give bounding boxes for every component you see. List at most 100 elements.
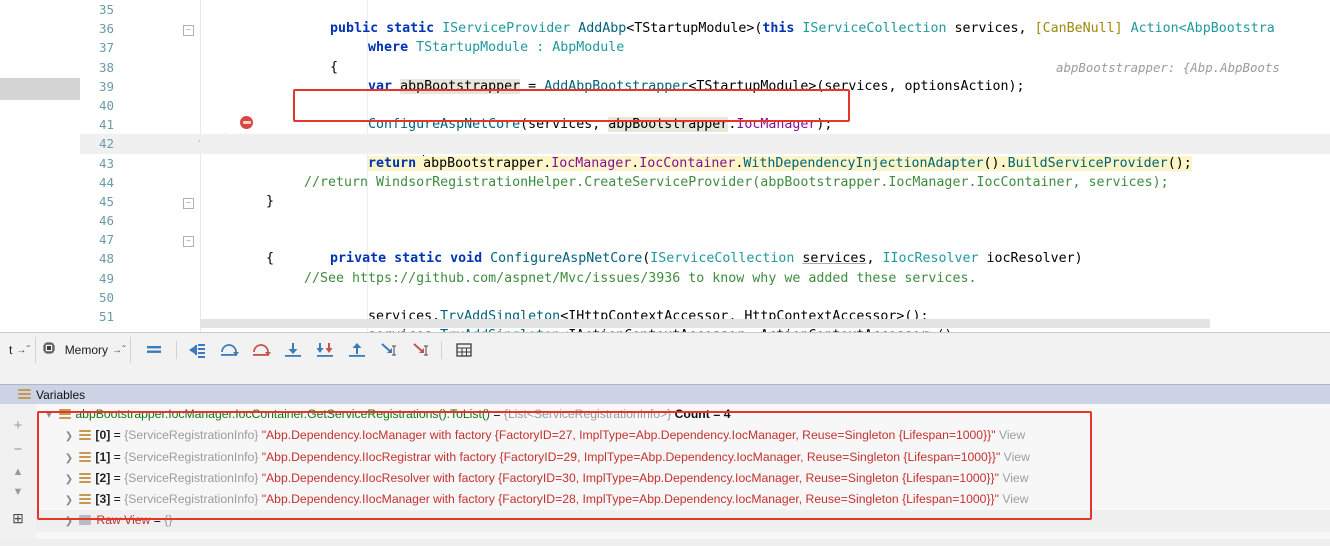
variable-value: "Abp.Dependency.IocManager with factory … [261,428,996,443]
fold-marker-icon[interactable]: − [183,236,194,247]
new-watch-button[interactable]: ⊞ [8,508,28,528]
variable-expression: abpBootstrapper.IocManager.IocContainer.… [75,407,490,421]
view-link[interactable]: View [1004,450,1030,464]
variable-type: {ServiceRegistrationInfo} [124,492,259,507]
code-folding-column[interactable]: − − − [178,0,368,332]
variables-child-row[interactable]: ❯ [2] = {ServiceRegistrationInfo} "Abp.D… [36,468,1330,489]
code-row-execution: return abpBootstrapper.IocManager.IocCon… [200,134,1330,171]
chevron-right-icon[interactable]: ❯ [62,511,76,532]
line-number: 35 [98,2,114,17]
variables-child-row[interactable]: ❯ [1] = {ServiceRegistrationInfo} "Abp.D… [36,447,1330,468]
variable-type: {List<ServiceRegistrationInfo>} [503,407,672,421]
remove-watch-button[interactable]: − [8,440,28,460]
line-number: 49 [98,270,114,286]
line-number: 44 [98,174,114,190]
chevron-right-icon[interactable]: ❯ [62,426,76,447]
add-watch-button[interactable]: + [8,416,28,436]
code-row [200,211,1330,230]
variables-child-row[interactable]: ❯ [3] = {ServiceRegistrationInfo} "Abp.D… [36,489,1330,510]
code-token: { [266,251,275,267]
code-text-area[interactable]: public static IServiceProvider AddAbp<TS… [200,0,1330,332]
variables-tree[interactable]: ▾ abpBootstrapper.IocManager.IocContaine… [36,404,1330,546]
variable-value: "Abp.Dependency.IIocManager with factory… [261,492,999,507]
variables-tab-label[interactable]: Variables [36,388,85,402]
code-row: //See https://github.com/aspnet/Mvc/issu… [200,269,1330,288]
editor-horizontal-scrollbar[interactable] [200,319,1210,328]
variables-panel[interactable]: Variables + − ▲ ▼ ⊞ ▾ abpBootstrapper.Io… [0,384,1330,546]
show-execution-point-icon[interactable] [187,340,207,360]
code-row: public static IServiceProvider AddAbp<TS… [200,0,1330,36]
chevron-right-icon[interactable]: ❯ [62,448,76,469]
line-number: 40 [98,97,114,113]
memory-tab-label[interactable]: Memory [61,338,112,362]
line-number: 47 [98,232,114,248]
code-row: //return WindsorRegistrationHelper.Creat… [200,173,1330,192]
line-number: 43 [98,155,114,171]
variables-child-row[interactable]: ❯ [0] = {ServiceRegistrationInfo} "Abp.D… [36,425,1330,446]
debugger-toolbar[interactable]: t →˝ Memory →˝ [0,332,1330,385]
step-out-icon[interactable] [347,340,367,360]
smart-step-into-icon[interactable] [315,340,335,360]
view-link[interactable]: View [1002,471,1028,485]
variable-type: {ServiceRegistrationInfo} [124,470,259,485]
list-icon [79,472,92,483]
line-number: 50 [98,289,114,305]
line-number: 39 [98,78,114,94]
variables-icon [18,389,31,400]
equals-sign: = [110,449,125,464]
variables-tab-header[interactable]: Variables [0,384,1330,405]
raw-view-row[interactable]: ❯ Raw View = {} [36,510,1330,532]
equals-sign: = [150,513,165,528]
line-number: 41 [98,117,114,133]
code-row: { [200,38,1330,75]
ide-debugger-screenshot: 35 36 37 38 39 40 41 42 43 44 45 46 47 4… [0,0,1330,546]
code-row: services.TryAddSingleton<IHttpContextAcc… [200,288,1330,324]
editor-left-strip [0,0,80,332]
move-up-button[interactable]: ▲ [8,462,28,482]
list-icon [79,430,92,441]
view-link[interactable]: View [999,428,1025,442]
chevron-down-icon[interactable]: ▾ [42,405,56,426]
step-into-icon[interactable] [251,340,272,360]
force-step-into-icon[interactable] [283,340,303,360]
code-row [200,77,1330,96]
variable-type: {ServiceRegistrationInfo} [124,449,259,464]
memory-tab[interactable]: Memory →˝ [36,337,132,363]
fold-marker-icon[interactable]: − [183,198,194,209]
list-icon [79,451,92,462]
variables-side-toolbar[interactable]: + − ▲ ▼ ⊞ [0,404,37,546]
list-icon [79,494,92,505]
variable-index: [3] [95,492,111,507]
memory-overflow-chip[interactable]: →˝ [112,345,125,356]
line-number: 45 [98,193,114,209]
line-number: 36 [98,21,114,37]
chevron-right-icon[interactable]: ❯ [62,490,76,511]
code-row [200,115,1330,134]
chevron-right-icon[interactable]: ❯ [62,469,76,490]
folder-icon [79,515,92,526]
line-number: 42 [98,136,114,152]
line-number: 37 [98,40,114,56]
code-editor[interactable]: 35 36 37 38 39 40 41 42 43 44 45 46 47 4… [0,0,1330,332]
evaluate-expression-icon[interactable] [454,340,474,360]
list-icon [59,409,72,419]
variable-value: "Abp.Dependency.IIocResolver with factor… [261,470,999,485]
toolbar-overflow-label[interactable]: t [5,338,16,362]
equals-sign: = [110,470,125,485]
move-down-button[interactable]: ▼ [8,482,28,502]
debug-actions-group[interactable] [131,337,487,363]
line-number: 46 [98,213,114,229]
variables-root-row[interactable]: ▾ abpBootstrapper.IocManager.IocContaine… [36,404,1330,425]
fold-marker-icon[interactable]: − [183,25,194,36]
code-comment: //return WindsorRegistrationHelper.Creat… [304,174,1169,190]
toolbar-overflow-chip[interactable]: →˝ [16,345,29,356]
view-link[interactable]: View [1002,492,1028,506]
step-over-icon[interactable] [219,340,240,360]
status-bar-strip [0,539,1330,546]
frames-icon[interactable] [144,340,164,360]
toolbar-tab-overflow-group[interactable]: t →˝ [0,337,36,363]
force-run-to-cursor-icon[interactable] [411,340,431,360]
run-to-cursor-icon[interactable] [379,340,399,360]
variable-index: [2] [95,470,111,485]
variable-type: {ServiceRegistrationInfo} [124,428,259,443]
